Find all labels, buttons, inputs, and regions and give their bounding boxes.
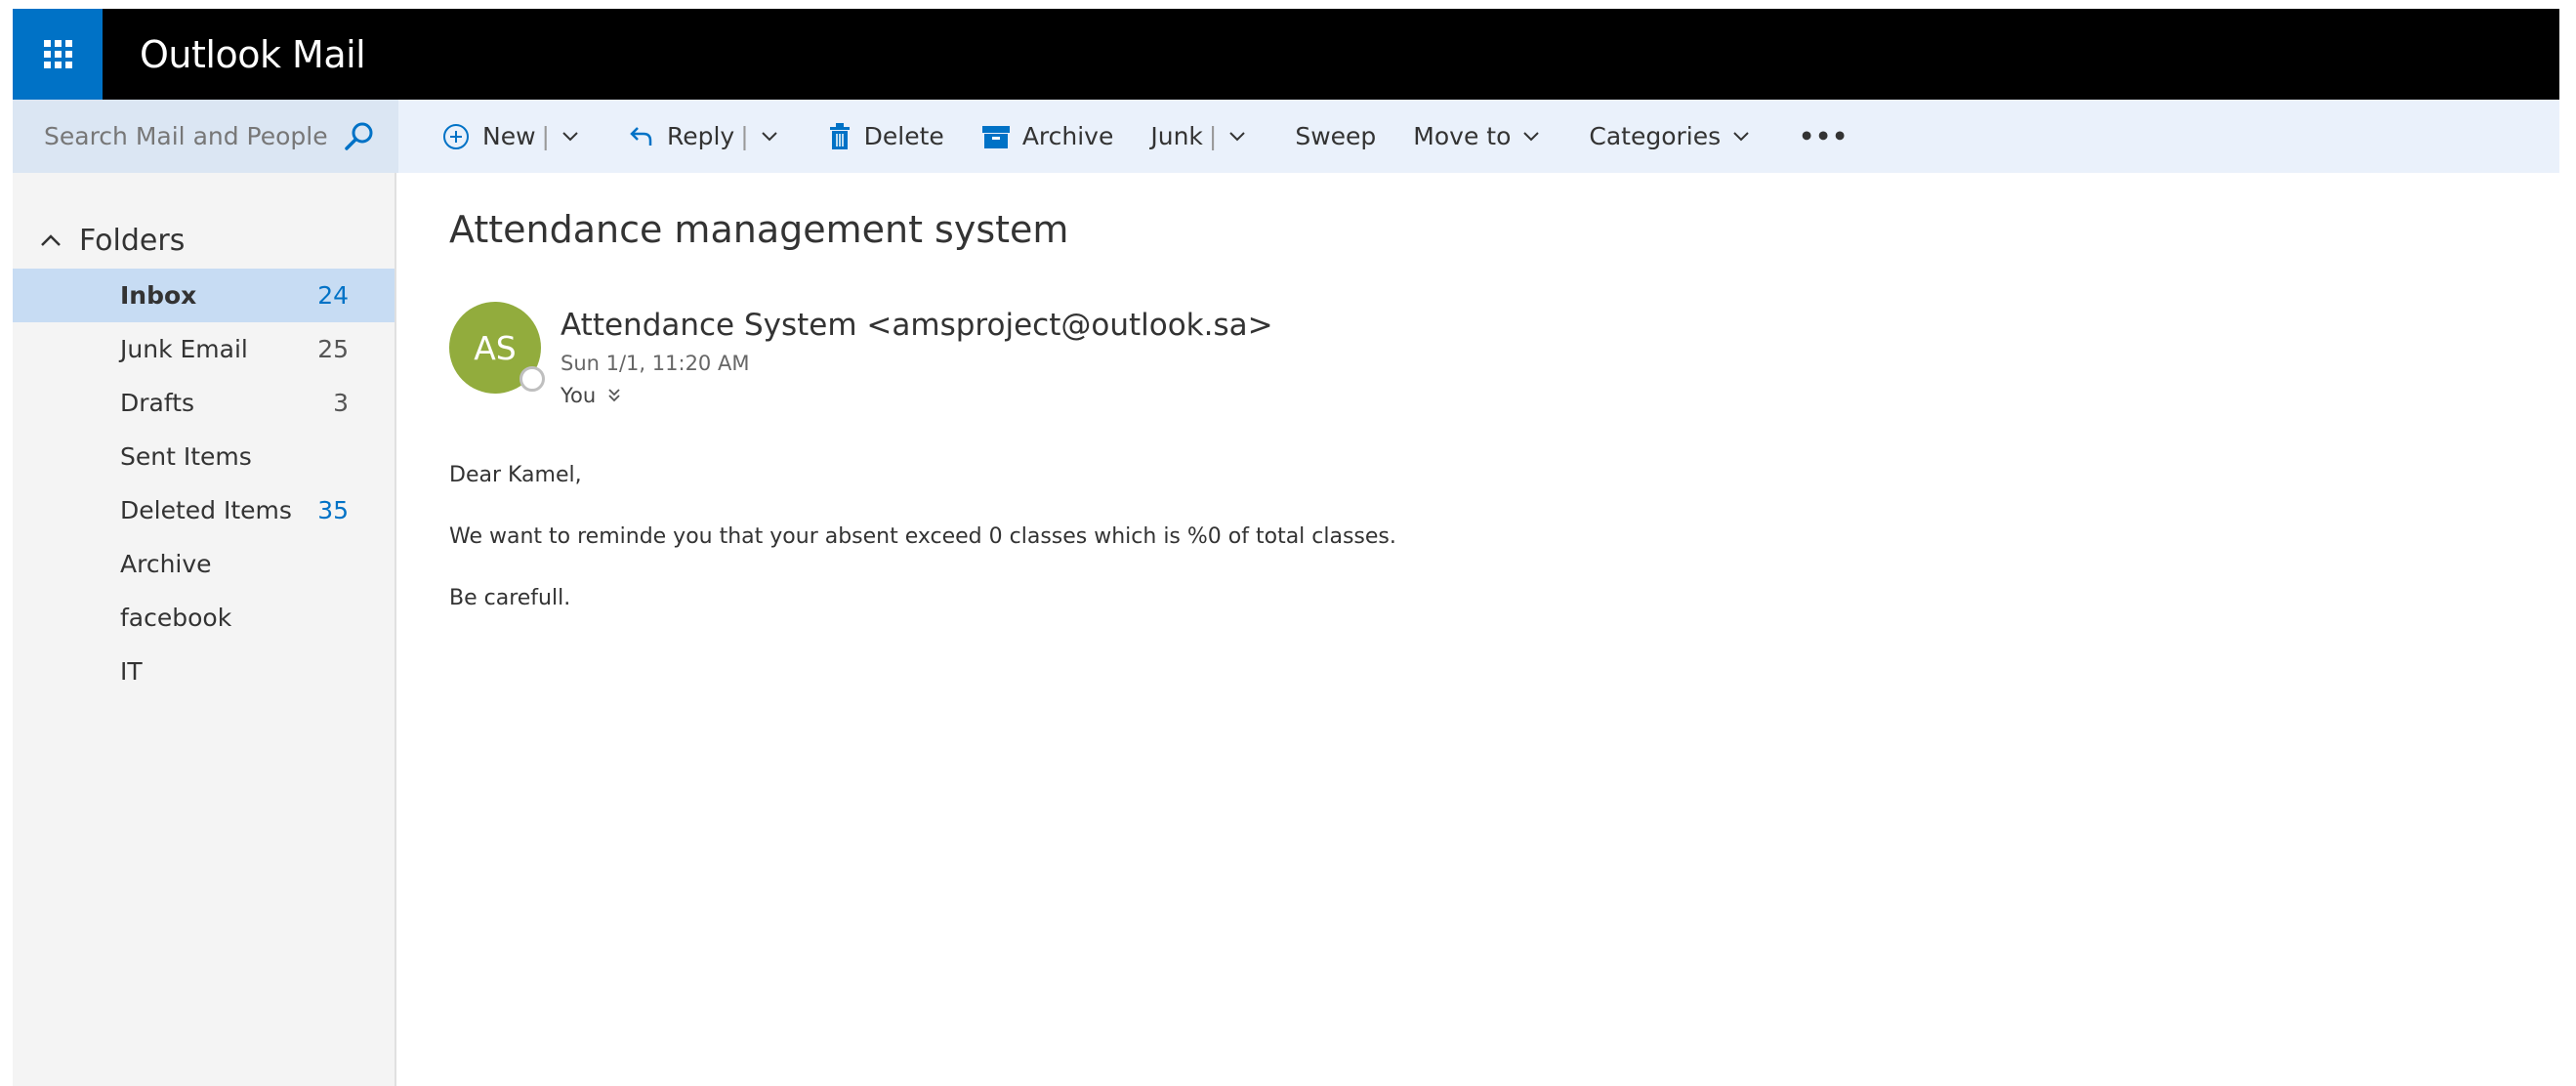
archive-button[interactable]: Archive [981,122,1114,150]
outlook-window: Outlook Mail New | [13,9,2559,1086]
item-count: 25 [317,335,349,363]
app-launcher-icon [43,40,72,68]
message-body: Dear Kamel, We want to reminde you that … [449,462,1396,647]
sender-avatar[interactable]: AS [449,302,545,394]
separator: | [1208,122,1218,150]
delete-button[interactable]: Delete [827,122,944,151]
search-icon[interactable] [342,119,377,154]
archive-label: Archive [1021,122,1114,150]
sender-name[interactable]: Attendance System <amsproject@outlook.sa… [561,308,1273,343]
separator: | [740,122,749,150]
unread-count: 35 [317,496,349,524]
command-bar: New | Reply | [13,100,2559,173]
trash-icon [829,122,850,149]
folder-label: Sent Items [120,442,252,471]
move-to-label: Move to [1413,122,1512,150]
folders-toggle[interactable]: Folders [13,216,395,265]
toolbar: New | Reply | Delete Archive Junk | Swee… [398,100,1886,173]
expand-double-chevron-icon [608,389,620,402]
folder-label: Drafts [120,389,195,417]
search-box [13,100,398,173]
junk-label: Junk [1150,122,1203,150]
more-actions-button[interactable]: ••• [1799,122,1849,150]
folder-item-inbox[interactable]: Inbox 24 [13,269,395,322]
message-datetime: Sun 1/1, 11:20 AM [561,352,750,375]
folder-label: Deleted Items [120,496,292,524]
message-subject: Attendance management system [449,208,1069,251]
reading-pane: Attendance management system AS Attendan… [398,173,2559,1086]
folder-label: facebook [120,604,232,632]
reply-button[interactable]: Reply | [628,122,790,150]
folder-list: Inbox 24 Junk Email 25 Drafts 3 Sent Ite… [13,269,395,698]
app-title: Outlook Mail [140,32,366,76]
new-button[interactable]: New | [441,122,591,151]
item-count: 3 [333,389,349,417]
folder-item-facebook[interactable]: facebook [13,591,395,645]
sweep-button[interactable]: Sweep [1295,122,1376,150]
categories-label: Categories [1589,122,1722,150]
avatar-initials: AS [474,328,517,367]
body-paragraph: Dear Kamel, [449,463,582,487]
new-label: New [482,122,536,150]
unread-count: 24 [317,281,349,310]
body-paragraph: Be carefull. [449,586,571,610]
delete-label: Delete [863,122,944,150]
folder-label: Junk Email [120,335,248,363]
move-to-button[interactable]: Move to [1413,122,1552,150]
folder-item-deleted-items[interactable]: Deleted Items 35 [13,483,395,537]
chevron-down-icon [1523,131,1540,141]
folder-label: Inbox [120,281,197,310]
chevron-up-icon [41,234,61,246]
chevron-down-icon[interactable] [561,131,579,143]
archive-icon [981,125,1010,148]
reply-label: Reply [666,122,735,150]
sweep-label: Sweep [1295,122,1377,150]
categories-button[interactable]: Categories [1589,122,1762,150]
folder-item-archive[interactable]: Archive [13,537,395,591]
folder-item-sent-items[interactable]: Sent Items [13,430,395,483]
chevron-down-icon[interactable] [1228,131,1246,143]
folder-item-drafts[interactable]: Drafts 3 [13,376,395,430]
recipient-label: You [561,384,597,407]
folder-label: Archive [120,550,212,578]
folder-pane: Folders Inbox 24 Junk Email 25 Drafts 3 … [13,173,396,1086]
separator: | [541,122,550,150]
presence-status-icon [519,366,545,392]
body-paragraph: We want to reminde you that your absent … [449,524,1396,549]
folder-item-junk-email[interactable]: Junk Email 25 [13,322,395,376]
folder-label: IT [120,657,143,686]
top-header: Outlook Mail [13,9,2559,100]
chevron-down-icon [1733,131,1749,141]
more-icon: ••• [1799,122,1849,150]
app-launcher-button[interactable] [13,9,103,100]
reply-icon [630,126,652,146]
folders-label: Folders [79,223,186,258]
search-input[interactable] [42,121,335,151]
folder-item-it[interactable]: IT [13,645,395,698]
junk-button[interactable]: Junk | [1150,122,1258,150]
add-circle-icon [443,123,469,149]
recipient-toggle[interactable]: You [561,384,621,407]
chevron-down-icon[interactable] [761,131,778,143]
